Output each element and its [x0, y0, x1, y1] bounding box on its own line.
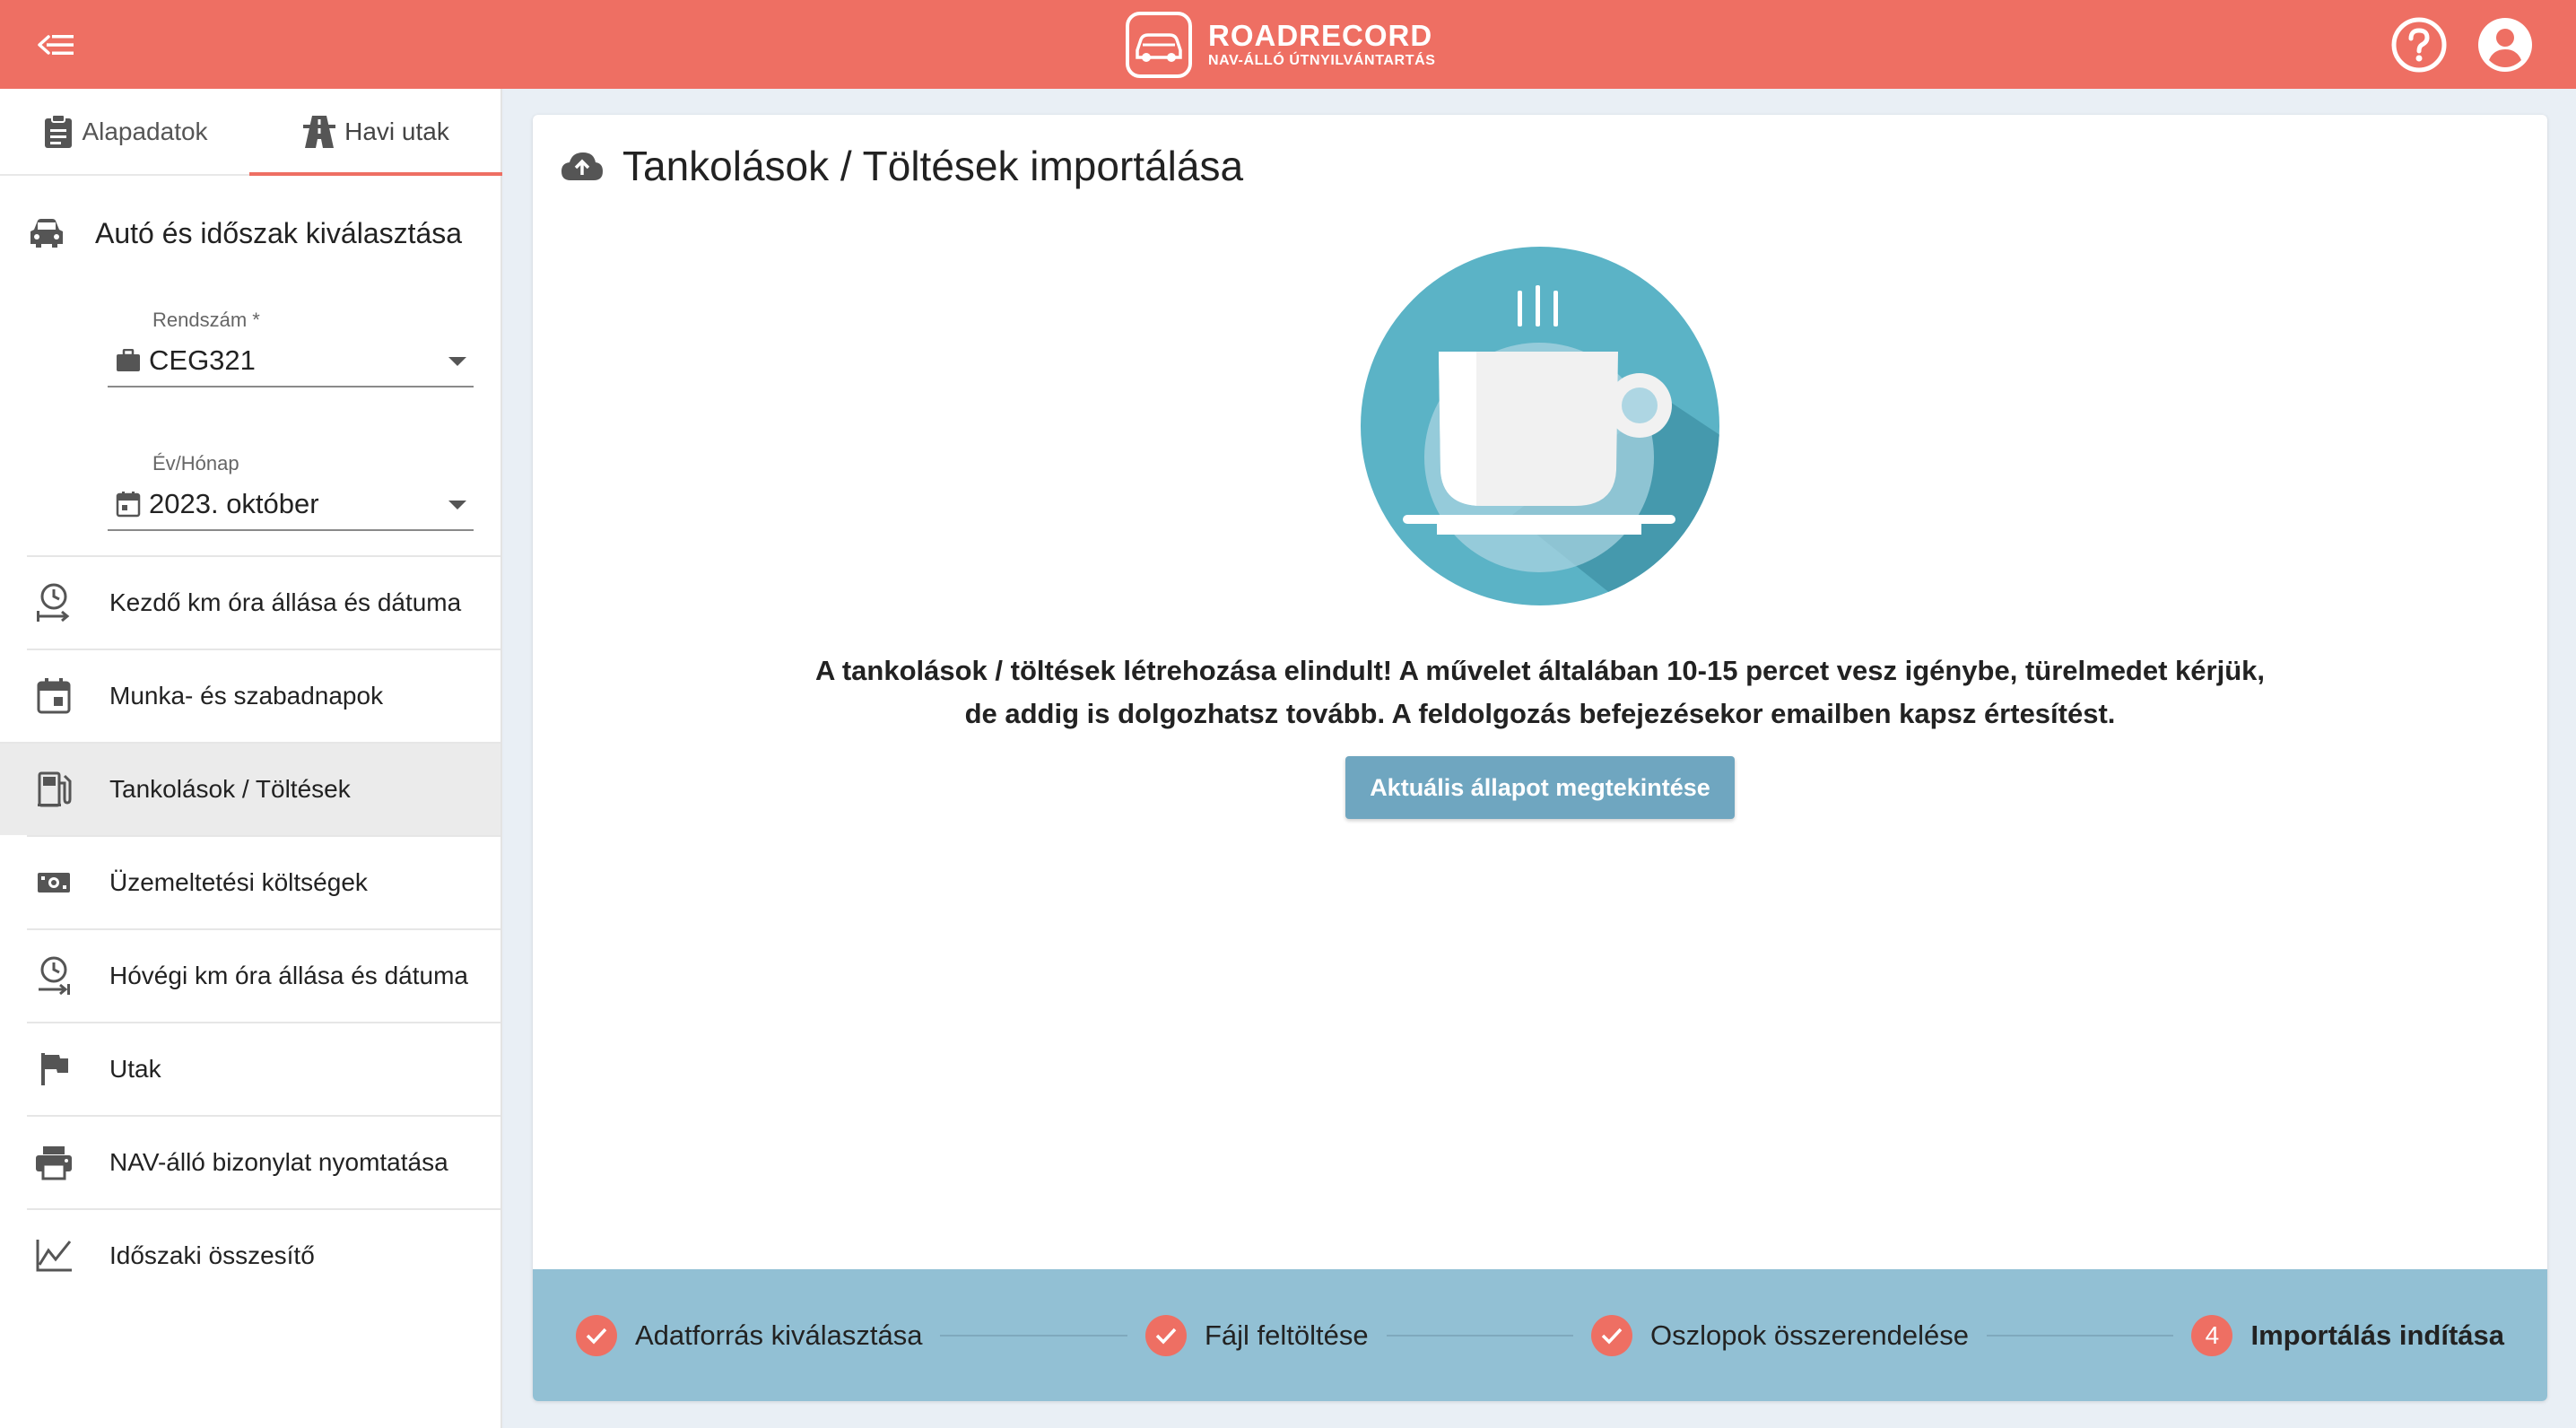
sidebar-nav: Kezdő km óra állása és dátuma Munka- és …: [0, 555, 500, 1302]
calendar-icon: [116, 492, 141, 518]
import-stepper: Adatforrás kiválasztása Fájl feltöltése …: [533, 1269, 2547, 1401]
top-app-bar: ROADRECORD NAV-ÁLLÓ ÚTNYILVÁNTARTÁS: [0, 0, 2576, 89]
sidebar-item-label: Üzemeltetési költségek: [109, 868, 368, 896]
tab-label: Alapadatok: [82, 117, 208, 145]
sidebar-item-label: Utak: [109, 1055, 161, 1083]
step-connector: [1386, 1334, 1574, 1337]
sidebar-item-uzemeltetesi-koltsegek[interactable]: Üzemeltetési költségek: [27, 835, 500, 928]
chart-icon: [36, 1240, 72, 1272]
period-select[interactable]: Év/Hónap 2023. október: [108, 434, 474, 533]
check-icon: [1144, 1314, 1187, 1356]
dropdown-caret-icon: [448, 357, 466, 366]
sidebar-item-label: Hóvégi km óra állása és dátuma: [109, 962, 468, 989]
period-label: Év/Hónap: [152, 452, 239, 475]
sidebar: Alapadatok Havi utak Autó és időszak kiv…: [0, 89, 502, 1428]
sidebar-item-label: Munka- és szabadnapok: [109, 682, 384, 710]
briefcase-icon: [117, 349, 140, 371]
plate-select-row[interactable]: CEG321: [108, 335, 474, 387]
sidebar-item-label: Időszaki összesítő: [109, 1241, 315, 1269]
period-value: 2023. október: [149, 488, 319, 519]
menu-collapse-icon: [38, 35, 74, 55]
card-header: Tankolások / Töltések importálása: [560, 142, 1243, 190]
sidebar-tabs: Alapadatok Havi utak: [0, 89, 502, 176]
sidebar-item-label: NAV-álló bizonylat nyomtatása: [109, 1148, 448, 1176]
road-icon: [303, 115, 336, 148]
help-icon: [2391, 17, 2447, 73]
sidebar-item-kezdo-km[interactable]: Kezdő km óra állása és dátuma: [27, 555, 500, 649]
status-message-line1: A tankolások / töltések létrehozása elin…: [814, 655, 2265, 686]
clock-start-icon: [37, 583, 70, 623]
period-select-row[interactable]: 2023. október: [108, 479, 474, 531]
step-connector: [1987, 1334, 2174, 1337]
check-icon: [1591, 1314, 1633, 1356]
sidebar-item-idoszaki-osszesito[interactable]: Időszaki összesítő: [27, 1208, 500, 1302]
tab-havi-utak[interactable]: Havi utak: [250, 89, 500, 174]
plate-label: Rendszám *: [152, 309, 260, 331]
calendar-icon: [37, 678, 71, 714]
step-fajl-feltoltese[interactable]: Fájl feltöltése: [1144, 1314, 1369, 1356]
sidebar-item-munka-szabadnapok[interactable]: Munka- és szabadnapok: [27, 649, 500, 742]
step-adatforras[interactable]: Adatforrás kiválasztása: [576, 1314, 923, 1356]
sidebar-item-label: Kezdő km óra állása és dátuma: [109, 588, 462, 616]
sidebar-item-utak[interactable]: Utak: [27, 1022, 500, 1115]
section-title: Autó és időszak kiválasztása: [0, 176, 500, 291]
coffee-cup-icon: [1361, 247, 1719, 605]
cloud-upload-icon: [561, 152, 603, 180]
clock-end-icon: [39, 956, 70, 996]
account-circle-icon: [2478, 18, 2532, 72]
step-label: Adatforrás kiválasztása: [635, 1319, 923, 1351]
section-title-label: Autó és időszak kiválasztása: [95, 216, 463, 249]
check-icon: [576, 1314, 617, 1356]
dropdown-caret-icon: [448, 501, 466, 509]
step-oszlopok[interactable]: Oszlopok összerendelése: [1591, 1314, 1970, 1356]
status-message-line2: de addig is dolgozhatsz tovább. A feldol…: [964, 698, 2116, 729]
sidebar-item-label: Tankolások / Töltések: [109, 775, 351, 803]
plate-value: CEG321: [149, 344, 256, 376]
account-button[interactable]: [2476, 15, 2535, 74]
tab-alapadatok[interactable]: Alapadatok: [0, 89, 250, 174]
page-title: Tankolások / Töltések importálása: [622, 143, 1244, 189]
coffee-cup-illustration: [1360, 246, 1720, 606]
car-logo-icon: [1124, 11, 1194, 79]
help-button[interactable]: [2389, 15, 2449, 74]
plate-select[interactable]: Rendszám * CEG321: [108, 291, 474, 389]
fuel-icon: [38, 771, 72, 807]
step-label: Oszlopok összerendelése: [1650, 1319, 1970, 1351]
step-connector: [940, 1334, 1127, 1337]
step-label: Fájl feltöltése: [1204, 1319, 1369, 1351]
step-number: 4: [2191, 1314, 2233, 1356]
status-message: A tankolások / töltések létrehozása elin…: [533, 649, 2547, 736]
step-importalas[interactable]: 4 Importálás indítása: [2191, 1314, 2504, 1356]
flag-icon: [41, 1053, 68, 1085]
step-label: Importálás indítása: [2250, 1319, 2504, 1351]
collapse-menu-button[interactable]: [27, 18, 84, 72]
clipboard-icon: [45, 113, 73, 148]
sidebar-item-tankolasok[interactable]: Tankolások / Töltések: [0, 742, 500, 835]
money-icon: [38, 873, 70, 892]
view-status-button[interactable]: Aktuális állapot megtekintése: [1345, 756, 1735, 819]
roadrecord-logo[interactable]: ROADRECORD NAV-ÁLLÓ ÚTNYILVÁNTARTÁS: [1124, 11, 1436, 79]
sidebar-item-hovegi-km[interactable]: Hóvégi km óra állása és dátuma: [27, 928, 500, 1022]
car-icon: [30, 219, 63, 248]
printer-icon: [36, 1146, 72, 1180]
import-card: Tankolások / Töltések importálása A tank…: [533, 115, 2547, 1401]
sidebar-item-nav-bizonylat[interactable]: NAV-álló bizonylat nyomtatása: [27, 1115, 500, 1208]
logo-subtitle: NAV-ÁLLÓ ÚTNYILVÁNTARTÁS: [1208, 53, 1436, 68]
logo-title: ROADRECORD: [1208, 19, 1433, 52]
active-tab-indicator: [249, 172, 502, 176]
tab-label: Havi utak: [344, 117, 449, 145]
